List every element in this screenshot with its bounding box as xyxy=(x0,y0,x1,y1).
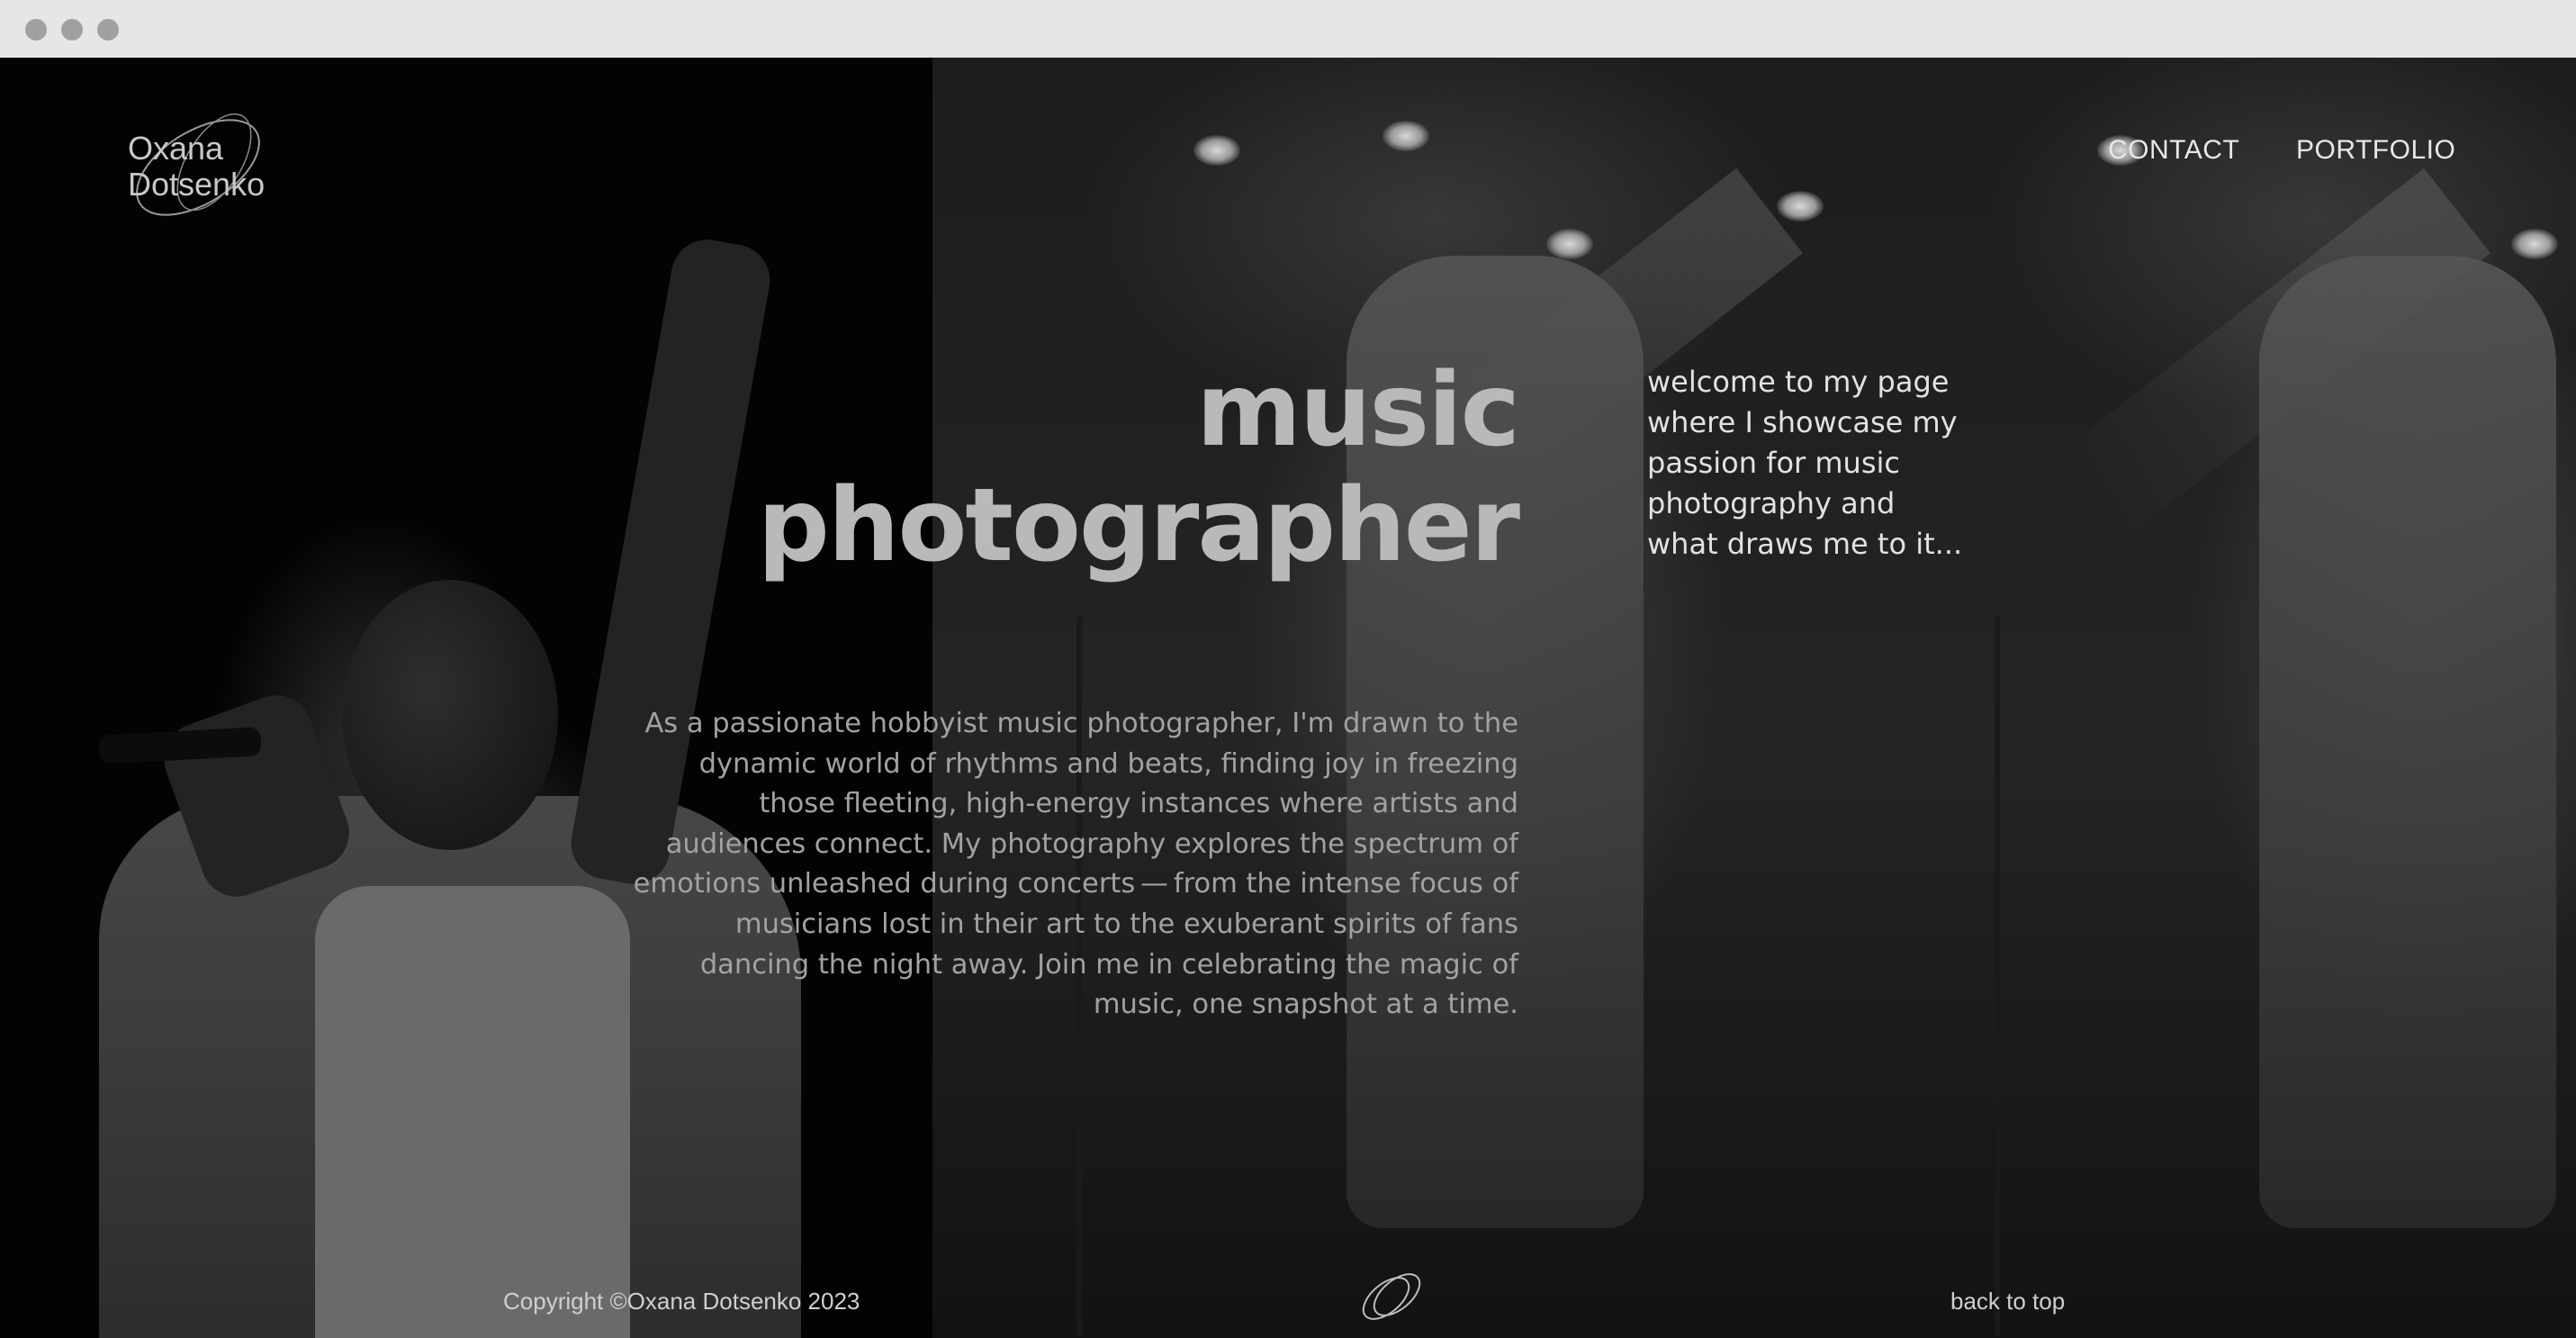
window-close-dot[interactable] xyxy=(25,19,47,41)
intro-paragraph: As a passionate hobbyist music photograp… xyxy=(633,708,1518,1021)
singer-head xyxy=(342,580,558,850)
window-zoom-dot[interactable] xyxy=(97,19,119,41)
footer-copyright: Copyright ©Oxana Dotsenko 2023 xyxy=(503,1288,860,1315)
singer-undershirt xyxy=(315,886,630,1338)
mic-stand xyxy=(1995,616,2000,1336)
page-title-line-2: photographer xyxy=(757,467,1520,584)
welcome-text: welcome to my page where I showcase my p… xyxy=(1647,365,1963,561)
back-to-top-link[interactable]: back to top xyxy=(1950,1288,2065,1315)
window-minimize-dot[interactable] xyxy=(61,19,83,41)
logo-first-name: Oxana xyxy=(128,130,224,167)
performer-figure xyxy=(2259,256,2556,1228)
stage-light xyxy=(1383,121,1429,151)
photo-singer-with-microphone xyxy=(0,58,932,1338)
site-logo[interactable]: Oxana Dotsenko xyxy=(117,108,279,225)
stage-light xyxy=(1777,191,1824,221)
logo-last-name: Dotsenko xyxy=(128,166,266,203)
photo-jumping-performer xyxy=(932,58,1863,1338)
stage-light xyxy=(1546,229,1593,259)
stage-light xyxy=(2511,229,2558,259)
page-viewport: Oxana Dotsenko CONTACT PORTFOLIO music p… xyxy=(0,58,2576,1338)
page-title-line-1: music xyxy=(1196,352,1520,469)
browser-titlebar xyxy=(0,0,2576,58)
nav-contact-link[interactable]: CONTACT xyxy=(2108,135,2239,166)
photo-jumping-performer-repeat xyxy=(1863,58,2576,1338)
nav-portfolio-link[interactable]: PORTFOLIO xyxy=(2296,135,2455,166)
stage-light xyxy=(1193,135,1240,166)
page-title: music photographer xyxy=(757,352,1520,584)
footer-logo-icon[interactable] xyxy=(1350,1268,1431,1324)
